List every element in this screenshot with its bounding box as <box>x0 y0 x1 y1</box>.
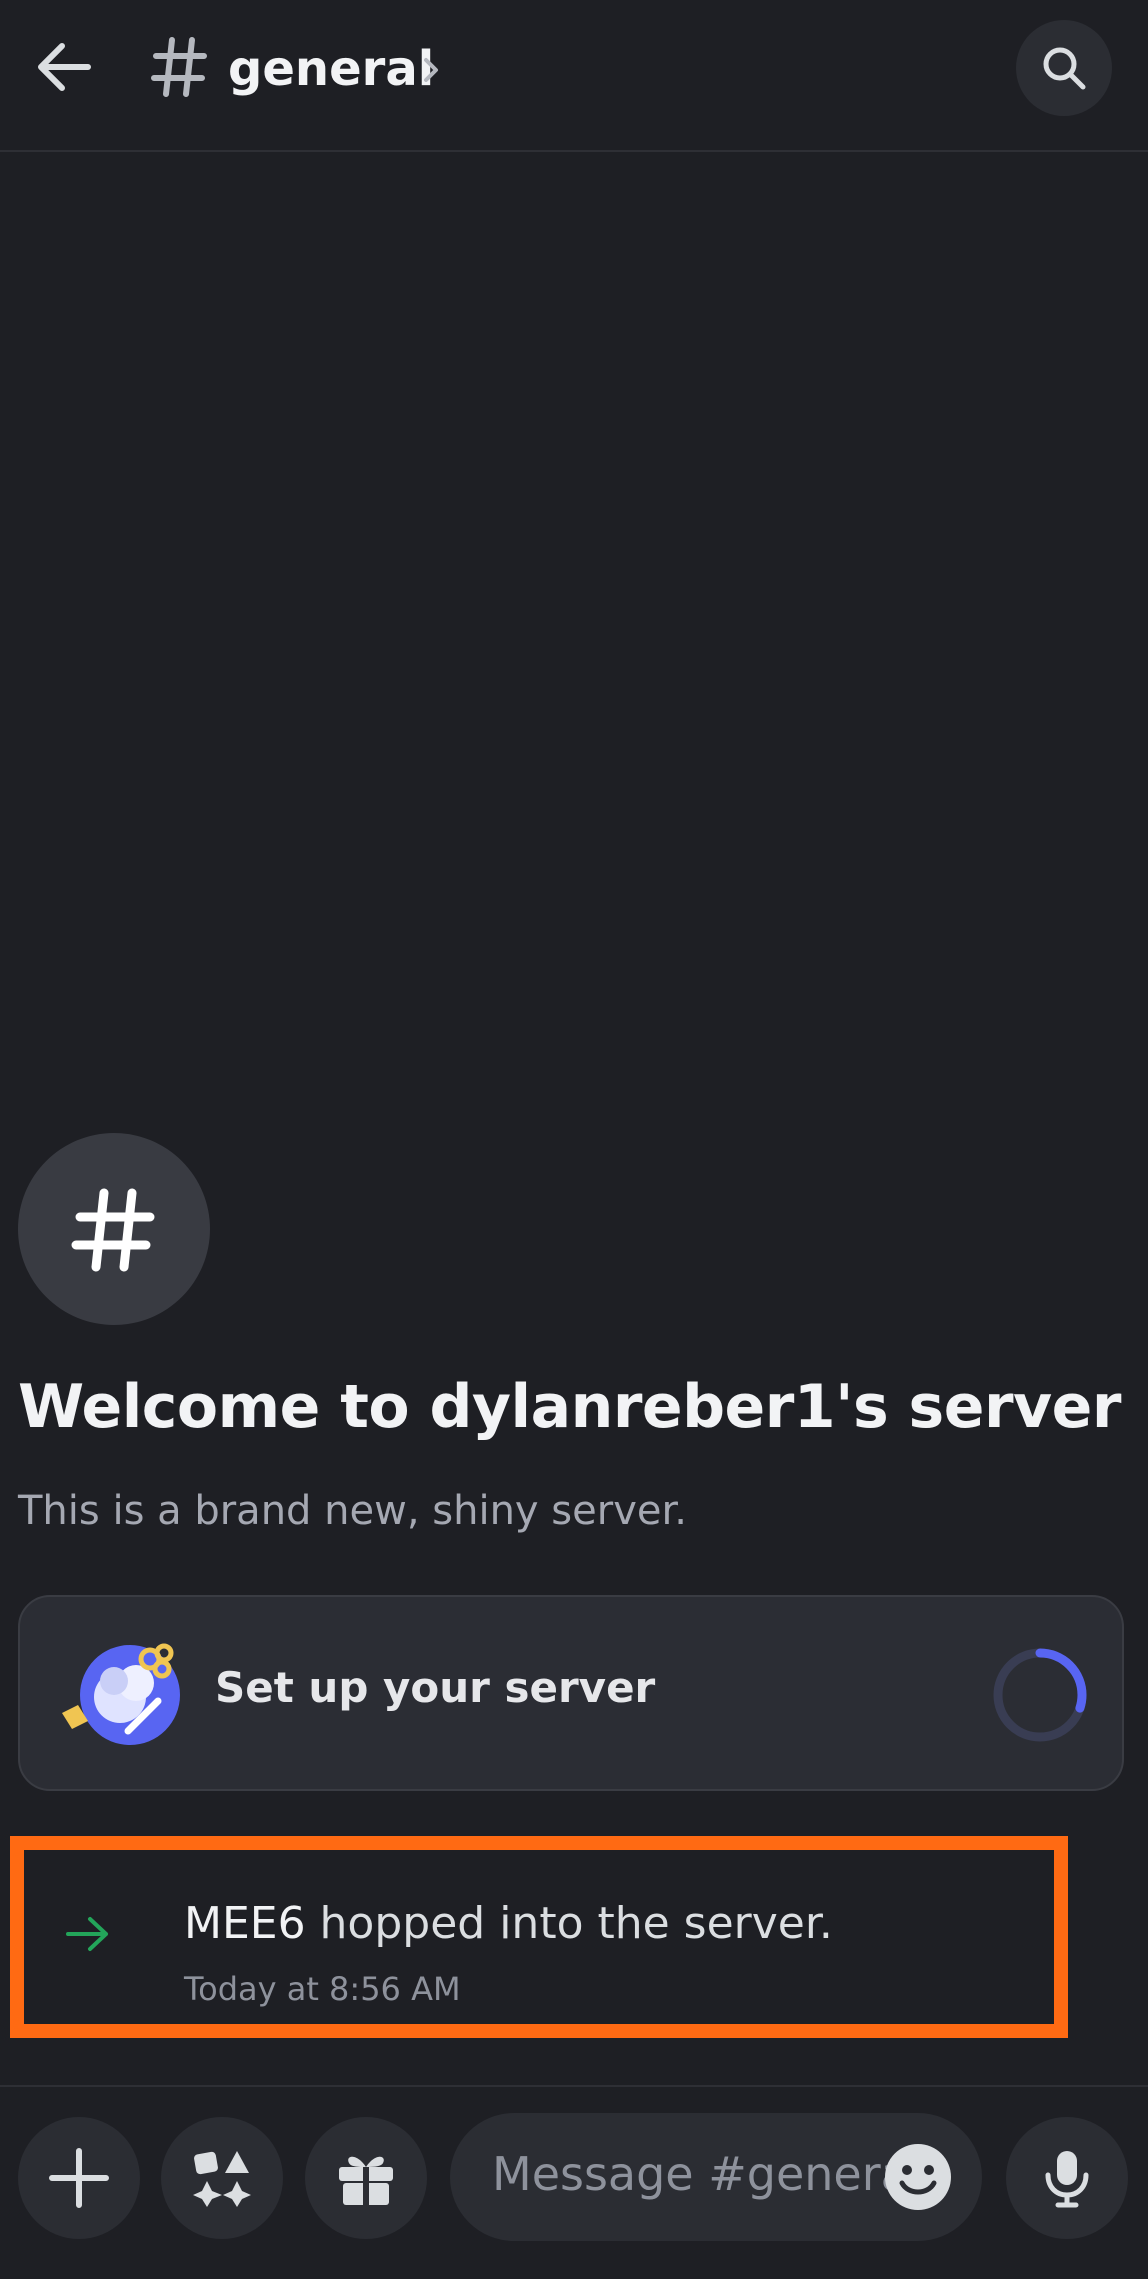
channel-avatar <box>18 1133 210 1325</box>
hash-icon <box>150 34 210 100</box>
apps-button[interactable] <box>161 2117 283 2239</box>
plus-icon <box>49 2148 109 2208</box>
chat-screen: general Welcome to dylanreber1's server … <box>0 0 1148 2279</box>
username[interactable]: MEE6 <box>184 1898 306 1949</box>
join-message-body: hopped into the server. <box>305 1898 833 1949</box>
hash-icon <box>71 1188 155 1272</box>
join-arrow-icon <box>66 1917 108 1951</box>
search-button[interactable] <box>1016 20 1112 116</box>
join-message-text: MEE6 hopped into the server. <box>184 1898 833 1949</box>
setup-server-label: Set up your server <box>215 1663 656 1712</box>
chevron-right-icon[interactable] <box>418 52 444 88</box>
message-composer: Message #general <box>0 2085 1148 2279</box>
setup-server-illustration-icon <box>58 1639 188 1749</box>
gift-icon <box>339 2156 393 2207</box>
back-button[interactable] <box>30 32 100 102</box>
apps-icon <box>193 2151 251 2207</box>
welcome-title: Welcome to dylanreber1's server <box>18 1372 1121 1442</box>
emoji-icon[interactable] <box>882 2141 954 2213</box>
voice-message-button[interactable] <box>1006 2117 1128 2239</box>
message-timestamp: Today at 8:56 AM <box>184 1970 461 2008</box>
search-icon <box>1043 47 1086 90</box>
welcome-subtitle: This is a brand new, shiny server. <box>18 1488 687 1534</box>
message-placeholder: Message #general <box>492 2147 922 2201</box>
gift-button[interactable] <box>305 2117 427 2239</box>
message-input[interactable]: Message #general <box>450 2113 982 2241</box>
channel-header: general <box>0 0 1148 152</box>
setup-progress-ring <box>990 1645 1090 1745</box>
back-arrow-icon <box>38 43 91 91</box>
add-attachment-button[interactable] <box>18 2117 140 2239</box>
microphone-icon <box>1045 2151 1089 2208</box>
setup-server-card[interactable]: Set up your server <box>18 1595 1124 1791</box>
join-system-message[interactable]: MEE6 hopped into the server. Today at 8:… <box>10 1836 1068 2038</box>
channel-name[interactable]: general <box>228 36 434 102</box>
